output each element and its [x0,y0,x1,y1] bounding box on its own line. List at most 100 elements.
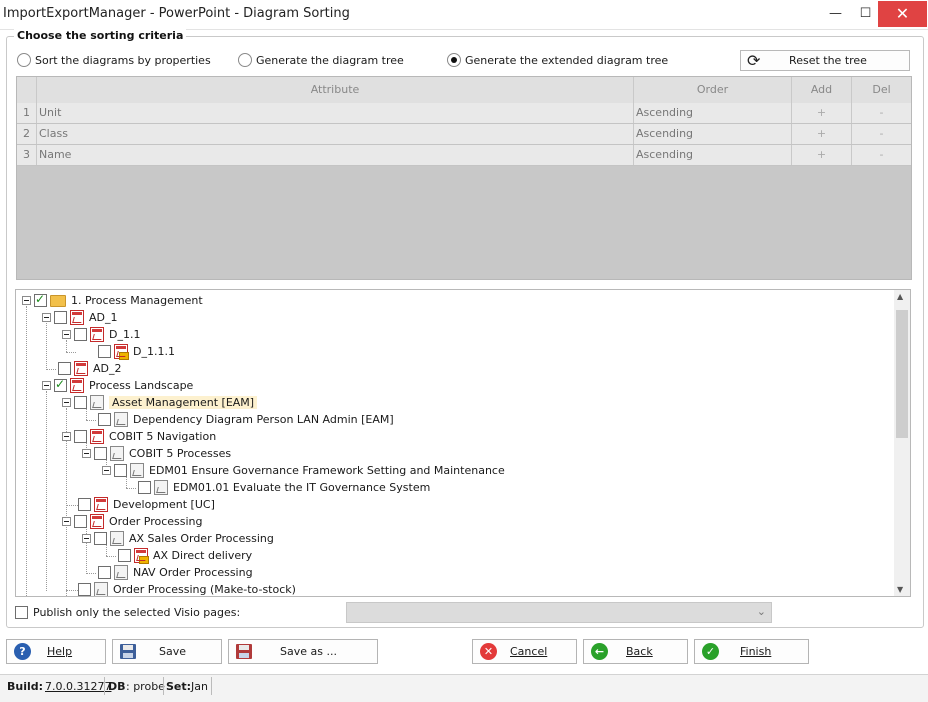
node-checkbox[interactable] [34,292,47,307]
collapse-icon[interactable] [42,313,51,322]
node-label: Process Landscape [89,379,194,392]
tree-node[interactable]: AX Direct delivery [118,547,252,564]
tree-scrollbar[interactable]: ▲ ▼ [894,290,910,596]
node-checkbox[interactable] [114,464,127,477]
collapse-icon[interactable] [62,330,71,339]
add-row-button[interactable]: + [792,145,852,165]
grid-row[interactable]: 1 Unit Ascending + - [17,103,911,124]
tree-node[interactable]: 1. Process Management [22,292,203,309]
tree-node[interactable]: Development [UC] [78,496,215,513]
radio-icon[interactable] [17,53,31,67]
tree-node[interactable]: Order Processing [62,513,203,530]
save-as-button[interactable]: Save as ... [228,639,378,664]
tree-node[interactable]: COBIT 5 Processes [82,445,231,462]
maximize-button[interactable]: ☐ [850,0,881,29]
tree-node[interactable]: COBIT 5 Navigation [62,428,216,445]
scroll-thumb[interactable] [896,310,908,438]
radio-icon[interactable] [238,53,252,67]
tree-node[interactable]: AD_2 [58,360,122,377]
node-checkbox[interactable] [138,481,151,494]
attribute-cell[interactable]: Class [37,124,634,144]
grid-row[interactable]: 2 Class Ascending + - [17,124,911,145]
tree-node[interactable]: Order Processing (Make-to-stock) [78,581,296,596]
node-label: Asset Management [EAM] [109,396,258,409]
build-version[interactable]: 7.0.0.31277 [45,680,111,693]
close-button[interactable]: ✕ [878,1,927,27]
grid-header: Attribute Order Add Del [17,77,911,104]
tree-node[interactable]: D_1.1 [62,326,140,343]
node-checkbox[interactable] [74,430,87,443]
collapse-icon[interactable] [82,449,91,458]
collapse-icon[interactable] [62,398,71,407]
collapse-icon[interactable] [82,534,91,543]
reset-tree-button[interactable]: ⟳ Reset the tree [740,50,910,71]
build-label: Build: [7,680,44,693]
delete-row-button[interactable]: - [852,103,911,123]
add-row-button[interactable]: + [792,124,852,144]
gray-diagram-icon [114,412,128,427]
node-checkbox[interactable] [54,311,67,324]
tree-node[interactable]: AD_1 [42,309,118,326]
delete-row-button[interactable]: - [852,145,911,165]
finish-label: Finish [740,645,772,658]
node-checkbox[interactable] [98,345,111,358]
diagram-tree[interactable]: 1. Process Management AD_1 D_1.1 D_1.1.1… [15,289,911,597]
order-column-header[interactable]: Order [634,77,792,103]
node-checkbox[interactable] [94,447,107,460]
radio-selected-icon[interactable] [447,53,461,67]
tree-node[interactable]: NAV Order Processing [98,564,253,581]
tree-line [26,306,27,596]
tree-node[interactable]: EDM01 Ensure Governance Framework Settin… [102,462,505,479]
collapse-icon[interactable] [62,517,71,526]
publish-selected-option[interactable]: Publish only the selected Visio pages: [15,606,240,619]
tree-node[interactable]: Process Landscape [42,377,193,394]
collapse-icon[interactable] [22,296,31,305]
cancel-button[interactable]: ✕ Cancel [472,639,577,664]
publish-checkbox[interactable] [15,606,28,619]
node-checkbox[interactable] [54,377,67,392]
add-row-button[interactable]: + [792,103,852,123]
tree-node[interactable]: D_1.1.1 [98,343,175,360]
save-button[interactable]: Save [112,639,222,664]
order-cell[interactable]: Ascending [634,124,792,144]
node-checkbox[interactable] [58,362,71,375]
tree-node[interactable]: AX Sales Order Processing [82,530,274,547]
collapse-icon[interactable] [102,466,111,475]
attribute-cell[interactable]: Unit [37,103,634,123]
attribute-cell[interactable]: Name [37,145,634,165]
delete-row-button[interactable]: - [852,124,911,144]
node-checkbox[interactable] [98,566,111,579]
add-column-header[interactable]: Add [792,77,852,103]
node-checkbox[interactable] [74,328,87,341]
node-checkbox[interactable] [118,549,131,562]
grid-row[interactable]: 3 Name Ascending + - [17,145,911,166]
option-generate-extended-tree[interactable]: Generate the extended diagram tree [447,52,668,68]
node-checkbox[interactable] [94,532,107,545]
red-badge-diagram-icon [114,344,129,360]
order-cell[interactable]: Ascending [634,103,792,123]
tree-node[interactable]: Dependency Diagram Person LAN Admin [EAM… [98,411,394,428]
row-number: 2 [17,124,37,144]
tree-node[interactable]: EDM01.01 Evaluate the IT Governance Syst… [138,479,430,496]
back-button[interactable]: ← Back [583,639,688,664]
tree-node[interactable]: Asset Management [EAM] [62,394,258,411]
minimize-button[interactable]: — [820,0,851,29]
node-checkbox[interactable] [74,396,87,409]
node-checkbox[interactable] [98,413,111,426]
del-column-header[interactable]: Del [852,77,911,103]
scroll-down-icon[interactable]: ▼ [897,585,903,594]
order-cell[interactable]: Ascending [634,145,792,165]
node-checkbox[interactable] [78,498,91,511]
option-sort-by-properties[interactable]: Sort the diagrams by properties [17,52,211,68]
collapse-icon[interactable] [62,432,71,441]
node-checkbox[interactable] [78,583,91,596]
scroll-up-icon[interactable]: ▲ [897,292,903,301]
attribute-column-header[interactable]: Attribute [37,77,634,103]
tree-line [46,391,47,591]
help-button[interactable]: ? Help [6,639,106,664]
node-checkbox[interactable] [74,515,87,528]
finish-button[interactable]: ✓ Finish [694,639,809,664]
collapse-icon[interactable] [42,381,51,390]
option-generate-tree[interactable]: Generate the diagram tree [238,52,404,68]
publish-pages-dropdown[interactable]: ⌄ [346,602,772,623]
